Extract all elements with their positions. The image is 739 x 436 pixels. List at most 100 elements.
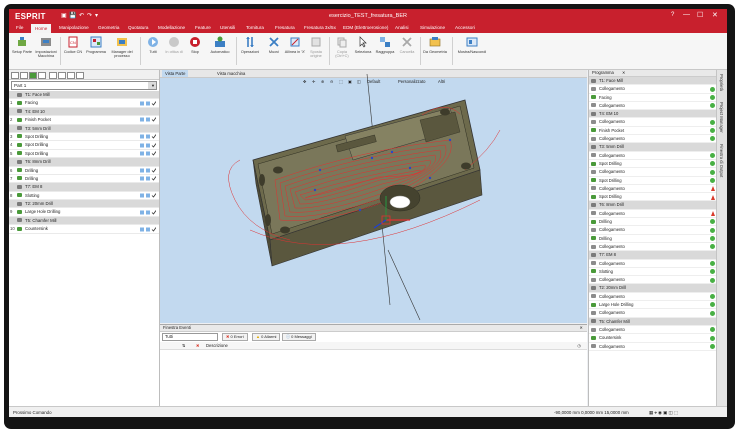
program-tool-row[interactable]: T2: 20mm Drill bbox=[589, 284, 717, 293]
program-operation-row[interactable]: Countersink bbox=[589, 334, 717, 343]
process-manager-button[interactable]: Manager del processo bbox=[109, 36, 135, 59]
minimize-icon[interactable]: — bbox=[683, 11, 690, 18]
tool-row[interactable]: T5: Chamfer Mill bbox=[9, 216, 159, 226]
program-link-row[interactable]: Collegamento bbox=[589, 135, 717, 144]
operation-row[interactable]: 6 Drilling bbox=[9, 167, 159, 175]
part-select[interactable]: Part 1 ▼ bbox=[11, 81, 157, 90]
select-button[interactable]: Seleziona bbox=[352, 36, 374, 54]
tool-row[interactable]: T4: EM 10 bbox=[9, 107, 159, 117]
program-link-row[interactable]: Collegamento bbox=[589, 210, 717, 219]
tab-output-window[interactable]: Finestra di Output bbox=[719, 144, 724, 177]
close-icon[interactable]: ✕ bbox=[579, 325, 583, 331]
status-tools-icon[interactable]: ▦ ⌖ ◉ ▣ ◫ ⬚ bbox=[649, 407, 678, 417]
program-tool-row[interactable]: T1: Face Mill bbox=[589, 77, 717, 86]
tab-proprieta[interactable]: Proprietà bbox=[719, 74, 724, 91]
show-hide-button[interactable]: Mostra/Nascondi bbox=[455, 36, 489, 54]
program-link-row[interactable]: Collegamento bbox=[589, 185, 717, 194]
tab-project-manager[interactable]: Project Manager bbox=[719, 102, 724, 133]
panel-tool-3-icon[interactable] bbox=[29, 72, 37, 79]
tool-row[interactable]: T1: Face Mill bbox=[9, 91, 159, 100]
program-operation-row[interactable]: Slotting bbox=[589, 268, 717, 277]
stop-button[interactable]: Stop bbox=[184, 36, 206, 54]
program-operation-row[interactable]: Drilling bbox=[589, 235, 717, 243]
menu-geometria[interactable]: Geometria bbox=[98, 25, 119, 30]
copy-button[interactable]: Copia (Ctrl+C) bbox=[331, 36, 353, 59]
program-link-row[interactable]: Collegamento bbox=[589, 276, 717, 285]
tool-row[interactable]: T7: EM 8 bbox=[9, 183, 159, 192]
simulate-all-button[interactable]: Tutti bbox=[142, 36, 164, 54]
program-link-row[interactable]: Collegamento bbox=[589, 326, 717, 335]
menu-simulazione[interactable]: Simulazione bbox=[420, 25, 445, 30]
machine-settings-button[interactable]: Impostazioni Macchina bbox=[35, 36, 57, 59]
program-operation-row[interactable]: Spot Drilling bbox=[589, 160, 717, 169]
program-link-row[interactable]: Collegamento bbox=[589, 102, 717, 111]
description-column-header[interactable]: Descrizione bbox=[206, 342, 228, 349]
program-link-row[interactable]: Collegamento bbox=[589, 293, 717, 302]
menu-tornitura[interactable]: Tornitura bbox=[246, 25, 264, 30]
setup-part-button[interactable]: Setup Parte bbox=[11, 36, 33, 54]
menu-utensili[interactable]: Utensili bbox=[220, 25, 235, 30]
panel-tool-2-icon[interactable] bbox=[20, 72, 28, 79]
help-icon[interactable]: ? bbox=[671, 12, 674, 18]
program-link-row[interactable]: Collegamento bbox=[589, 243, 717, 252]
panel-tool-4-icon[interactable] bbox=[38, 72, 46, 79]
program-link-row[interactable]: Collegamento bbox=[589, 343, 717, 351]
program-operation-row[interactable]: Drilling bbox=[589, 218, 717, 227]
panel-tool-1-icon[interactable] bbox=[11, 72, 19, 79]
program-link-row[interactable]: Collegamento bbox=[589, 118, 717, 127]
program-link-row[interactable]: Collegamento bbox=[589, 168, 717, 177]
operation-row[interactable]: 3 Spot Drilling bbox=[9, 133, 159, 142]
3d-viewport[interactable]: Vista Parte Vista macchina ✥ ✛ ⊕ ⊖ ⬚ ▣ ◫… bbox=[160, 70, 587, 323]
in-view-button[interactable]: In ottica di bbox=[163, 36, 185, 54]
operation-row[interactable]: 5 Spot Drilling bbox=[9, 150, 159, 159]
panel-tool-7-icon[interactable] bbox=[67, 72, 75, 79]
program-tool-row[interactable]: T7: EM 8 bbox=[589, 251, 717, 260]
sort-icon[interactable]: ⇅ bbox=[182, 342, 186, 349]
menu-accessori[interactable]: Accessori bbox=[455, 25, 475, 30]
program-operation-row[interactable]: Finish Pocket bbox=[589, 127, 717, 136]
move-origin-button[interactable]: Sposta origine bbox=[305, 36, 327, 59]
panel-tool-5-icon[interactable] bbox=[49, 72, 57, 79]
move-button[interactable]: Muovi bbox=[263, 36, 285, 54]
operation-row[interactable]: 1 Facing bbox=[9, 99, 159, 108]
tool-row[interactable]: T3: 5mm Drill bbox=[9, 124, 159, 133]
part-model[interactable] bbox=[160, 70, 587, 323]
panel-tool-6-icon[interactable] bbox=[58, 72, 66, 79]
operations-button[interactable]: Operazioni bbox=[238, 36, 262, 54]
warnings-filter[interactable]: ▲ 0 Allarmi bbox=[252, 333, 281, 341]
program-link-row[interactable]: Collegamento bbox=[589, 309, 717, 318]
menu-home[interactable]: Home bbox=[31, 24, 52, 33]
panel-tool-8-icon[interactable] bbox=[76, 72, 84, 79]
menu-fresatura-3x5x[interactable]: Fresatura 3x/5x bbox=[304, 25, 336, 30]
menu-quotatura[interactable]: Quotatura bbox=[128, 25, 148, 30]
menu-analisi[interactable]: Analisi bbox=[395, 25, 409, 30]
program-link-row[interactable]: Collegamento bbox=[589, 260, 717, 268]
menu-edm[interactable]: EDM (Elettroerosione) bbox=[343, 25, 388, 30]
close-icon[interactable]: ✕ bbox=[622, 70, 626, 76]
program-tool-row[interactable]: T3: 5mm Drill bbox=[589, 143, 717, 152]
operation-row[interactable]: 2 Finish Pocket bbox=[9, 116, 159, 125]
delete-button[interactable]: Cancella bbox=[396, 36, 418, 54]
automatic-button[interactable]: Automatico bbox=[207, 36, 233, 54]
align-x-button[interactable]: Allinea in 'X' bbox=[284, 36, 306, 54]
events-filter-select[interactable]: Tutti bbox=[162, 333, 218, 341]
errors-filter[interactable]: ✖ 0 Errori bbox=[222, 333, 248, 341]
program-link-row[interactable]: Collegamento bbox=[589, 226, 717, 235]
program-link-row[interactable]: Collegamento bbox=[589, 85, 717, 94]
tool-row[interactable]: T6: 8mm Drill bbox=[9, 158, 159, 167]
tool-row[interactable]: T2: 20mm Drill bbox=[9, 200, 159, 209]
menu-modellazione[interactable]: Modellazione bbox=[158, 25, 185, 30]
group-button[interactable]: Raggruppa bbox=[374, 36, 396, 54]
operation-row[interactable]: 8 Slotting bbox=[9, 192, 159, 201]
operation-row[interactable]: 10 Countersink bbox=[9, 225, 159, 234]
menu-feature[interactable]: Feature bbox=[195, 25, 211, 30]
operation-row[interactable]: 4 Spot Drilling bbox=[9, 141, 159, 150]
program-link-row[interactable]: Collegamento bbox=[589, 152, 717, 160]
program-operation-row[interactable]: Large Hole Drilling bbox=[589, 301, 717, 310]
operation-row[interactable]: 7 Drilling bbox=[9, 175, 159, 184]
nc-code-button[interactable]: CN Codice CN bbox=[62, 36, 84, 54]
program-operation-row[interactable]: Facing bbox=[589, 94, 717, 102]
messages-filter[interactable]: ⓘ 0 Messaggi bbox=[282, 333, 316, 341]
program-button[interactable]: Programma bbox=[85, 36, 107, 54]
program-operation-row[interactable]: Spot Drilling bbox=[589, 177, 717, 185]
